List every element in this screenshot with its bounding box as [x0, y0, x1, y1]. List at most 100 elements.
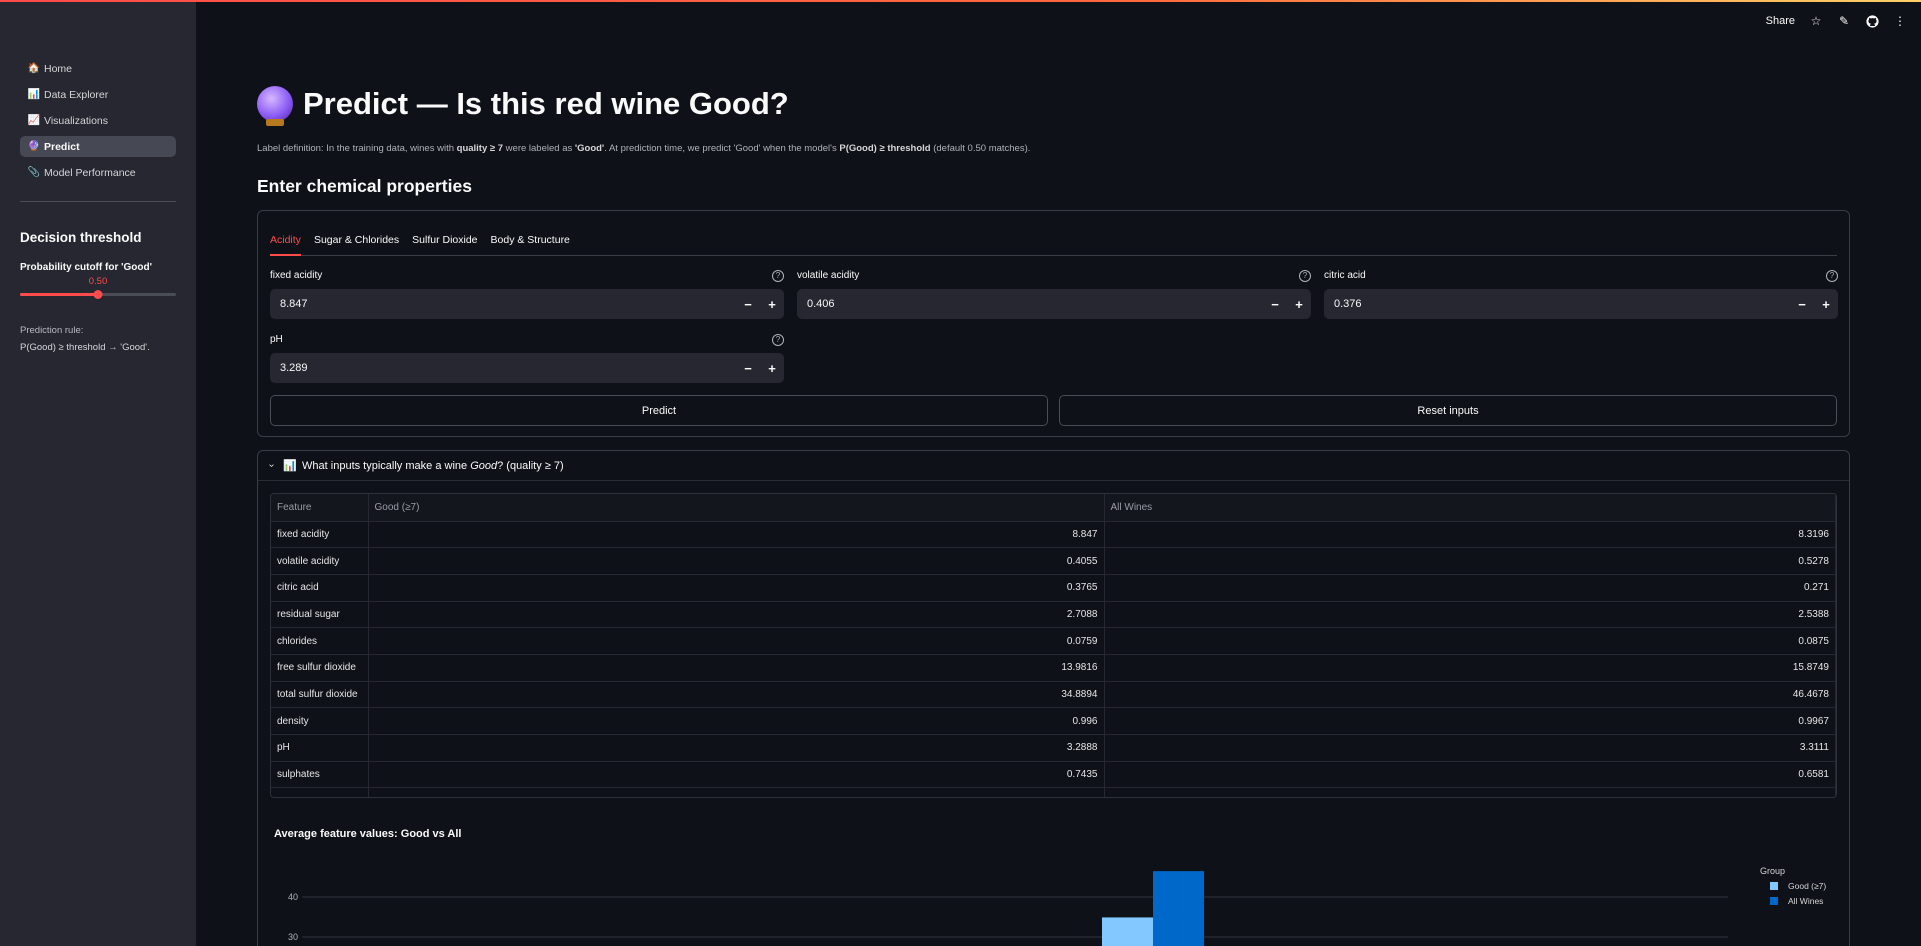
feature-bar-chart: 40 30 GroupGood (≥7) All Wines	[288, 866, 1826, 946]
good-value-cell: 3.2888	[368, 734, 1105, 762]
slider-thumb[interactable]	[93, 290, 103, 299]
top-decoration-bar	[0, 0, 1921, 2]
slider-fill	[20, 293, 98, 296]
y-tick-label: 40	[288, 892, 298, 902]
column-header[interactable]: All Wines	[1104, 494, 1836, 522]
input-value[interactable]: 8.847	[270, 298, 736, 310]
bar	[1153, 871, 1204, 946]
table-row[interactable]: density 0.996 0.9967	[271, 707, 1836, 735]
feature-table[interactable]: Feature Good (≥7) All Wines fixed acidit…	[270, 493, 1837, 798]
table-row[interactable]: residual sugar 2.7088 2.5388	[271, 601, 1836, 629]
sidebar-item-data-explorer[interactable]: 📊 Data Explorer	[20, 84, 176, 105]
table-row[interactable]: fixed acidity 8.847 8.3196	[271, 521, 1836, 549]
top-toolbar: Share ☆ ✎ ⋮	[1766, 14, 1907, 28]
chevron-down-icon: ›	[266, 463, 278, 468]
decrement-button[interactable]: −	[736, 297, 760, 312]
label-def-text: . At prediction time, we predict 'Good' …	[604, 143, 840, 154]
all-value-cell: 2.5388	[1104, 601, 1836, 629]
feature-cell: residual sugar	[271, 601, 369, 629]
expander-title-text: ? (quality ≥ 7)	[497, 459, 564, 472]
github-icon[interactable]	[1865, 14, 1879, 28]
volatile-acidity-input[interactable]: 0.406 − +	[797, 289, 1311, 319]
good-value-cell: 2.7088	[368, 601, 1105, 629]
increment-button[interactable]: +	[1814, 297, 1838, 312]
good-value-cell: 0.996	[368, 707, 1105, 735]
page-title: Predict — Is this red wine Good?	[257, 86, 789, 126]
share-button[interactable]: Share	[1766, 15, 1795, 27]
input-value[interactable]: 0.406	[797, 298, 1263, 310]
column-header[interactable]: Feature	[271, 494, 369, 522]
threshold-heading: Decision threshold	[20, 230, 142, 245]
feature-cell: citric acid	[271, 574, 369, 602]
tab-body-structure[interactable]: Body & Structure	[491, 232, 570, 256]
ph-input[interactable]: 3.289 − +	[270, 353, 784, 383]
input-value[interactable]: 0.376	[1324, 298, 1790, 310]
table-row[interactable]: free sulfur dioxide 13.9816 15.8749	[271, 654, 1836, 682]
sidebar-item-home[interactable]: 🏠 Home	[20, 58, 176, 79]
sidebar: 🏠 Home 📊 Data Explorer 📈 Visualizations …	[0, 0, 196, 946]
increment-button[interactable]: +	[760, 361, 784, 376]
help-icon[interactable]: ?	[772, 334, 784, 346]
sidebar-item-visualizations[interactable]: 📈 Visualizations	[20, 110, 176, 131]
help-icon[interactable]: ?	[1826, 270, 1838, 282]
threshold-slider[interactable]: 0.50	[20, 276, 176, 302]
bar-chart-icon: 📊	[283, 460, 298, 472]
sidebar-item-label: Home	[44, 62, 73, 75]
predict-button[interactable]: Predict	[270, 395, 1048, 426]
tab-acidity[interactable]: Acidity	[270, 232, 301, 256]
expander-header[interactable]: › 📊 What inputs typically make a wine Go…	[258, 451, 1849, 481]
line-chart-icon: 📈	[27, 115, 41, 126]
fixed-acidity-field: fixed acidity ? 8.847 − +	[270, 270, 784, 319]
all-value-cell: 8.3196	[1104, 521, 1836, 549]
tab-sugar-chlorides[interactable]: Sugar & Chlorides	[314, 232, 399, 256]
slider-value: 0.50	[88, 276, 108, 287]
house-icon: 🏠	[27, 63, 41, 74]
y-tick-label: 30	[288, 932, 298, 942]
slider-label: Probability cutoff for 'Good'	[20, 262, 152, 273]
good-value-cell: 8.847	[368, 521, 1105, 549]
help-icon[interactable]: ?	[1299, 270, 1311, 282]
table-row[interactable]: pH 3.2888 3.3111	[271, 734, 1836, 762]
column-header[interactable]: Good (≥7)	[368, 494, 1105, 522]
field-label: volatile acidity	[797, 270, 860, 281]
table-header-row: Feature Good (≥7) All Wines	[271, 494, 1836, 522]
input-value[interactable]: 3.289	[270, 362, 736, 374]
table-row[interactable]: sulphates 0.7435 0.6581	[271, 761, 1836, 789]
all-value-cell: 15.8749	[1104, 654, 1836, 682]
star-icon[interactable]: ☆	[1809, 14, 1823, 28]
increment-button[interactable]: +	[1287, 297, 1311, 312]
sidebar-item-predict[interactable]: 🔮 Predict	[20, 136, 176, 157]
section-heading: Enter chemical properties	[257, 176, 472, 196]
citric-acid-input[interactable]: 0.376 − +	[1324, 289, 1838, 319]
decrement-button[interactable]: −	[736, 361, 760, 376]
tab-sulfur-dioxide[interactable]: Sulfur Dioxide	[412, 232, 477, 256]
all-value-cell: 0.9967	[1104, 707, 1836, 735]
all-value-cell: 0.6581	[1104, 761, 1836, 789]
decrement-button[interactable]: −	[1790, 297, 1814, 312]
help-icon[interactable]: ?	[772, 270, 784, 282]
legend-title: Group	[1760, 866, 1785, 876]
crystal-ball-icon: 🔮	[27, 141, 41, 152]
table-row[interactable]: chlorides 0.0759 0.0875	[271, 627, 1836, 655]
citric-acid-field: citric acid ? 0.376 − +	[1324, 270, 1838, 319]
label-def-bold: P(Good) ≥ threshold	[839, 143, 931, 154]
increment-button[interactable]: +	[760, 297, 784, 312]
expander-title: What inputs typically make a wine Good? …	[302, 460, 564, 472]
table-row[interactable]: citric acid 0.3765 0.271	[271, 574, 1836, 602]
sidebar-item-label: Model Performance	[44, 166, 136, 179]
table-row[interactable]: total sulfur dioxide 34.8894 46.4678	[271, 681, 1836, 709]
fixed-acidity-input[interactable]: 8.847 − +	[270, 289, 784, 319]
reset-inputs-button[interactable]: Reset inputs	[1059, 395, 1837, 426]
good-value-cell: 0.4055	[368, 547, 1105, 575]
expander-title-text: What inputs typically make a wine	[302, 459, 471, 472]
pencil-icon[interactable]: ✎	[1837, 14, 1851, 28]
sidebar-item-label: Visualizations	[44, 114, 109, 127]
paperclip-icon: 📎	[27, 167, 41, 178]
expander-title-em: Good	[470, 459, 498, 472]
more-vertical-icon[interactable]: ⋮	[1893, 14, 1907, 28]
label-def-text: were labeled as	[503, 143, 575, 154]
table-row[interactable]: volatile acidity 0.4055 0.5278	[271, 547, 1836, 575]
bar-chart-icon: 📊	[27, 89, 41, 100]
sidebar-item-model-performance[interactable]: 📎 Model Performance	[20, 162, 176, 183]
decrement-button[interactable]: −	[1263, 297, 1287, 312]
